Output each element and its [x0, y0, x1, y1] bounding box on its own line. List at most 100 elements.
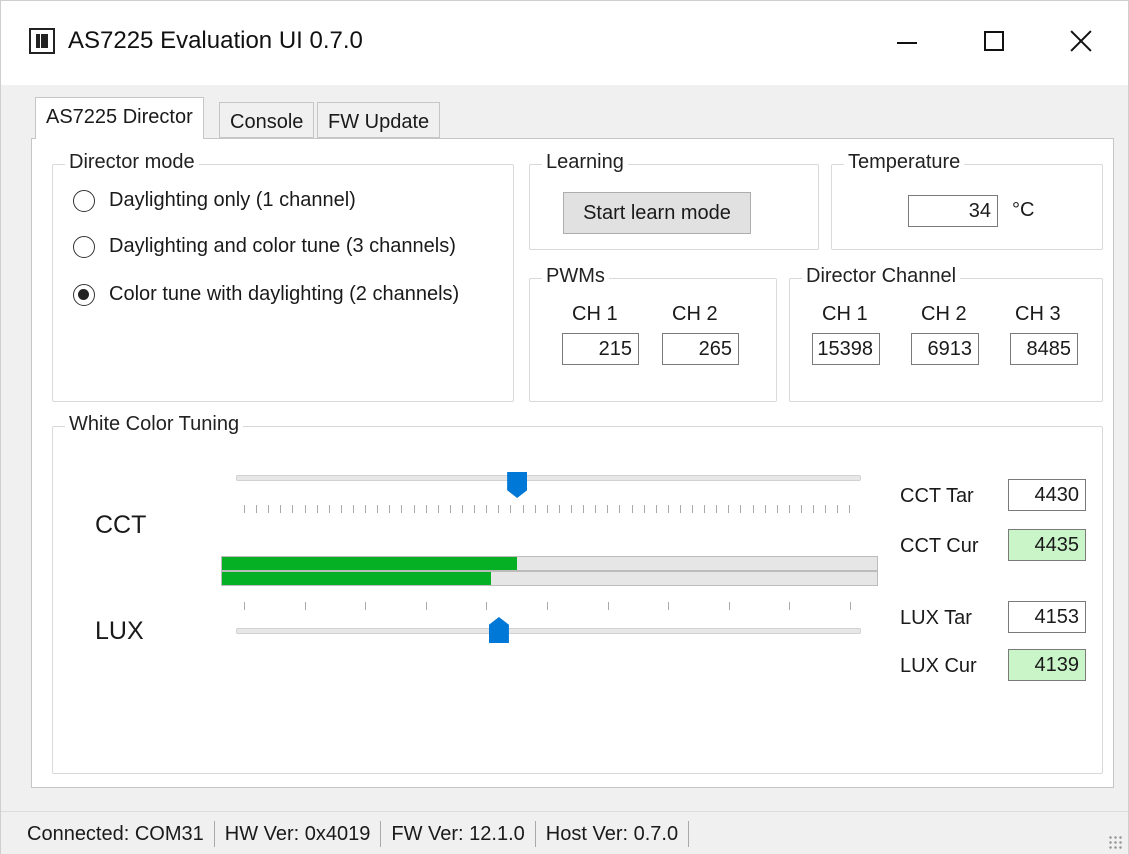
slider-tick	[413, 505, 415, 513]
learning-title: Learning	[542, 151, 628, 174]
radio-daylighting-only[interactable]: Daylighting only (1 channel)	[73, 189, 356, 212]
slider-tick	[813, 505, 815, 513]
slider-tick	[449, 505, 451, 513]
temperature-title: Temperature	[844, 151, 965, 174]
radio-label: Color tune with daylighting (2 channels)	[109, 283, 460, 305]
slider-tick	[728, 602, 730, 610]
slider-tick	[570, 505, 572, 513]
slider-tick	[328, 505, 330, 513]
lux-progress-fill	[222, 572, 491, 585]
slider-tick	[631, 505, 633, 513]
slider-tick	[801, 505, 803, 513]
slider-tick	[752, 505, 754, 513]
director-mode-title: Director mode	[65, 151, 199, 174]
slider-tick	[365, 505, 367, 513]
slider-tick	[667, 505, 669, 513]
director-tab-panel: Director mode Daylighting only (1 channe…	[31, 138, 1114, 788]
slider-tick	[607, 505, 609, 513]
cct-slider-ticks	[244, 505, 851, 513]
learning-group: Learning Start learn mode	[529, 151, 819, 250]
radio-color-tune-daylighting[interactable]: Color tune with daylighting (2 channels)	[73, 283, 459, 306]
radio-label: Daylighting and color tune (3 channels)	[109, 235, 456, 257]
director-ch1-label: CH 1	[822, 303, 868, 325]
cct-progress-bar	[221, 556, 878, 571]
start-learn-mode-button[interactable]: Start learn mode	[563, 192, 751, 234]
slider-tick	[788, 505, 790, 513]
minimize-button[interactable]	[877, 19, 937, 63]
slider-tick	[244, 505, 245, 513]
slider-tick	[655, 505, 657, 513]
slider-tick	[268, 505, 270, 513]
cct-slider-thumb[interactable]	[507, 472, 528, 498]
slider-tick	[837, 505, 839, 513]
lux-slider-thumb[interactable]	[488, 617, 509, 643]
temperature-unit: °C	[1012, 199, 1035, 221]
pwms-title: PWMs	[542, 265, 609, 288]
window-title: AS7225 Evaluation UI 0.7.0	[68, 27, 363, 54]
lux-slider-track[interactable]	[236, 628, 861, 634]
slider-tick	[377, 505, 379, 513]
radio-button[interactable]	[73, 235, 95, 258]
slider-tick	[546, 505, 548, 513]
slider-tick	[352, 505, 354, 513]
app-window: AS7225 Evaluation UI 0.7.0 AS7225 Direct…	[0, 0, 1129, 854]
cct-slider-track[interactable]	[236, 475, 861, 481]
slider-tick	[461, 505, 463, 513]
slider-tick	[522, 505, 524, 513]
tab-as7225-director[interactable]: AS7225 Director	[35, 97, 204, 139]
resize-grip-icon[interactable]	[1108, 835, 1122, 849]
slider-tick	[486, 602, 488, 610]
director-ch3-label: CH 3	[1015, 303, 1061, 325]
slider-tick	[692, 505, 694, 513]
tab-fw-update[interactable]: FW Update	[317, 102, 441, 138]
tab-console[interactable]: Console	[219, 102, 315, 138]
pwm-ch2-label: CH 2	[672, 303, 718, 325]
minimize-icon	[897, 42, 917, 44]
white-color-tuning-group: White Color Tuning CCT LUX CCT Tar 4430 …	[52, 413, 1103, 774]
status-host-version: Host Ver: 0.7.0	[536, 820, 690, 847]
lux-tar-value: 4153	[1008, 601, 1086, 633]
title-bar[interactable]: AS7225 Evaluation UI 0.7.0	[1, 1, 1128, 85]
maximize-icon	[984, 31, 1004, 51]
temperature-value: 34	[908, 195, 998, 227]
slider-tick	[340, 505, 342, 513]
status-hw-version: HW Ver: 0x4019	[215, 820, 382, 847]
cct-cur-label: CCT Cur	[900, 535, 979, 557]
radio-button[interactable]	[73, 189, 95, 212]
temperature-group: Temperature 34 °C	[831, 151, 1103, 250]
slider-tick	[486, 505, 488, 513]
slider-tick	[256, 505, 258, 513]
cct-label: CCT	[95, 511, 147, 539]
pwm-ch1-value: 215	[562, 333, 639, 365]
radio-button-selected[interactable]	[73, 283, 95, 306]
slider-tick	[425, 505, 427, 513]
lux-label: LUX	[95, 617, 144, 645]
slider-tick	[583, 505, 585, 513]
close-button[interactable]	[1051, 19, 1111, 63]
radio-daylighting-color-tune[interactable]: Daylighting and color tune (3 channels)	[73, 235, 456, 258]
pwm-ch2-value: 265	[662, 333, 739, 365]
cct-cur-value: 4435	[1008, 529, 1086, 561]
slider-tick	[595, 505, 597, 513]
slider-tick	[437, 505, 439, 513]
slider-tick	[849, 505, 851, 513]
slider-tick	[716, 505, 718, 513]
slider-tick	[546, 602, 548, 610]
slider-tick	[558, 505, 560, 513]
lux-slider-ticks	[244, 602, 851, 610]
slider-tick	[389, 505, 391, 513]
slider-tick	[643, 505, 645, 513]
slider-tick	[292, 505, 294, 513]
lux-progress-bar	[221, 571, 878, 586]
lux-tar-label: LUX Tar	[900, 607, 972, 629]
white-color-tuning-title: White Color Tuning	[65, 413, 244, 436]
slider-tick	[679, 505, 681, 513]
slider-tick	[365, 602, 367, 610]
maximize-button[interactable]	[964, 19, 1024, 63]
slider-tick	[704, 505, 706, 513]
status-connection: Connected: COM31	[1, 820, 215, 847]
slider-tick	[849, 602, 851, 610]
slider-tick	[607, 602, 609, 610]
cct-progress-fill	[222, 557, 517, 570]
slider-tick	[304, 602, 306, 610]
